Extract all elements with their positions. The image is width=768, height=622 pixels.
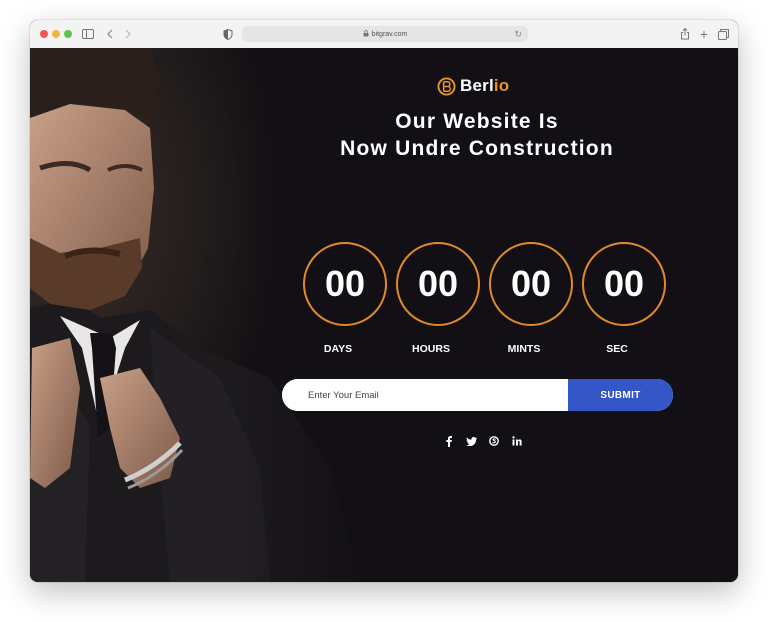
- privacy-shield-icon[interactable]: [220, 26, 236, 42]
- linkedin-icon[interactable]: [510, 434, 524, 448]
- reload-icon[interactable]: ↻: [514, 29, 522, 40]
- submit-button[interactable]: SUBMIT: [568, 379, 673, 411]
- subscribe-form: SUBMIT: [282, 379, 673, 411]
- email-input[interactable]: [282, 379, 568, 411]
- hours-label: HOURS: [412, 343, 450, 355]
- brand-logo[interactable]: Berlio: [437, 76, 509, 96]
- minutes-counter: 00: [489, 242, 573, 326]
- days-label: DAYS: [323, 343, 353, 355]
- brand-name-accent: io: [493, 76, 510, 95]
- twitter-icon[interactable]: [464, 434, 478, 448]
- page-headline: Our Website Is Now Undre Construction: [320, 108, 634, 162]
- page-content: Berlio Our Website Is Now Undre Construc…: [30, 48, 738, 582]
- address-bar[interactable]: bitgrav.com ↻: [242, 26, 528, 42]
- seconds-label: SEC: [606, 343, 628, 355]
- close-window-button[interactable]: [40, 30, 48, 38]
- headline-line-1: Our Website Is: [395, 110, 559, 133]
- address-url: bitgrav.com: [371, 30, 408, 38]
- back-icon[interactable]: [102, 26, 118, 42]
- hours-counter: 00: [396, 242, 480, 326]
- brand-name: Berlio: [460, 76, 509, 96]
- headline-line-2: Now Undre Construction: [340, 137, 614, 160]
- days-counter: 00: [303, 242, 387, 326]
- minimize-window-button[interactable]: [52, 30, 60, 38]
- zoom-window-button[interactable]: [64, 30, 72, 38]
- share-icon[interactable]: [677, 26, 693, 42]
- forward-icon[interactable]: [120, 26, 136, 42]
- brand-logo-icon: [437, 76, 456, 96]
- brand-name-main: Berl: [460, 76, 494, 95]
- sidebar-toggle-icon[interactable]: [80, 26, 96, 42]
- browser-window: bitgrav.com ↻ + Berlio Our Website Is No…: [30, 20, 738, 582]
- lock-icon: [363, 29, 369, 39]
- new-tab-icon[interactable]: +: [696, 26, 712, 42]
- browser-toolbar: bitgrav.com ↻ +: [30, 20, 738, 49]
- minutes-label: MINTS: [507, 343, 541, 355]
- facebook-icon[interactable]: [442, 434, 456, 448]
- tab-overview-icon[interactable]: [715, 26, 731, 42]
- seconds-counter: 00: [582, 242, 666, 326]
- skype-icon[interactable]: [487, 434, 501, 448]
